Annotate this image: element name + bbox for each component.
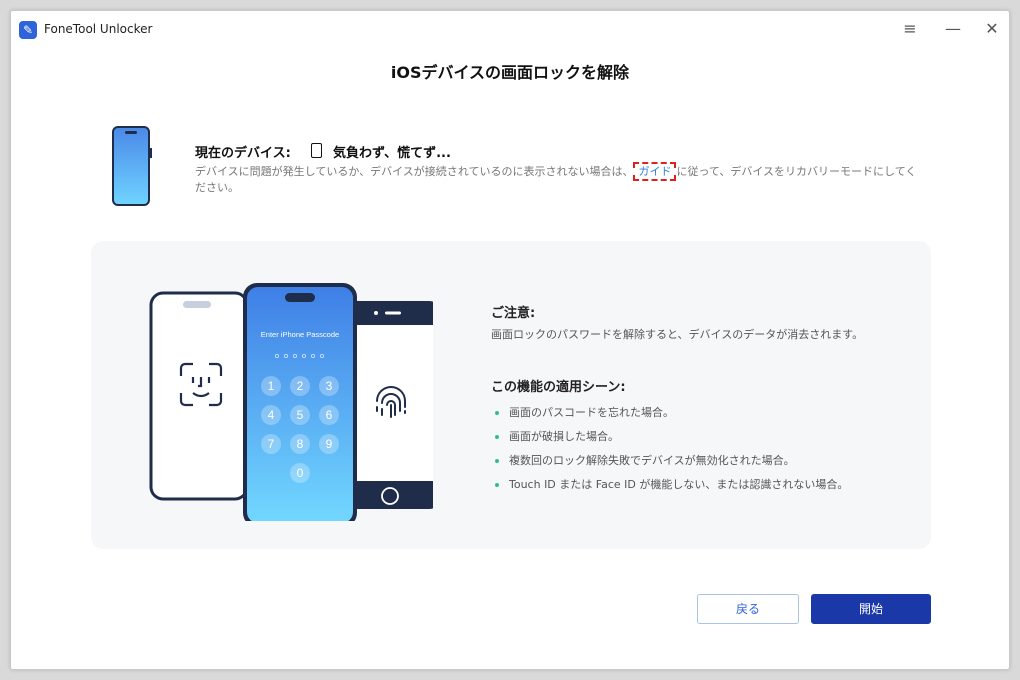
title-bar: ✎ FoneTool Unlocker ≡ — ✕	[11, 11, 1009, 49]
phones-illustration: Enter iPhone Passcode 1 2 3 4 5 6 7 8 9 0	[149, 283, 433, 521]
keypad-key-label: 4	[268, 408, 275, 422]
menu-icon[interactable]: ≡	[896, 17, 924, 41]
faceid-phone	[149, 291, 249, 501]
keypad-key-label: 9	[326, 437, 333, 451]
keypad-key-label: 8	[297, 437, 304, 451]
keypad-key-label: 7	[268, 437, 275, 451]
phone-icon	[112, 126, 152, 206]
keypad-key-label: 2	[297, 379, 304, 393]
list-item: Touch ID または Face ID が機能しない、または認識されない場合。	[493, 477, 848, 501]
notice-title: ご注意:	[491, 306, 536, 321]
scene-title: この機能の適用シーン:	[491, 380, 626, 395]
back-button[interactable]: 戻る	[697, 594, 799, 624]
guide-link[interactable]: ガイド	[633, 162, 677, 181]
passcode-phone: Enter iPhone Passcode 1 2 3 4 5 6 7 8 9 0	[243, 283, 357, 521]
keypad-key-label: 5	[297, 408, 304, 422]
keypad-key-label: 3	[326, 379, 333, 393]
keypad-key-label: 6	[326, 408, 333, 422]
touchid-phone	[345, 301, 433, 509]
close-icon[interactable]: ✕	[978, 17, 1006, 41]
list-item: 画面のパスコードを忘れた場合。	[493, 405, 848, 429]
minimize-icon[interactable]: —	[939, 17, 967, 41]
current-device-label: 現在のデバイス:	[195, 146, 291, 161]
page-title: iOSデバイスの画面ロックを解除	[390, 63, 630, 82]
app-logo-icon: ✎	[19, 21, 37, 39]
passcode-prompt: Enter iPhone Passcode	[261, 330, 339, 339]
list-item: 複数回のロック解除失敗でデバイスが無効化された場合。	[493, 453, 848, 477]
notice-text: 画面ロックのパスワードを解除すると、デバイスのデータが消去されます。	[491, 328, 864, 341]
keypad-key-label: 1	[268, 379, 275, 393]
device-desc-before: デバイスに問題が発生しているか、デバイスが接続されているのに表示されない場合は、	[195, 165, 634, 178]
small-phone-icon	[311, 143, 322, 158]
scene-list: 画面のパスコードを忘れた場合。 画面が破損した場合。 複数回のロック解除失敗でデ…	[493, 405, 848, 501]
device-description: デバイスに問題が発生しているか、デバイスが接続されているのに表示されない場合は、…	[195, 162, 925, 196]
start-button[interactable]: 開始	[811, 594, 931, 624]
app-window: ✎ FoneTool Unlocker ≡ — ✕ iOSデバイスの画面ロックを…	[10, 10, 1010, 670]
app-title: FoneTool Unlocker	[44, 22, 153, 36]
device-name: 気負わず、慌てず...	[333, 146, 451, 161]
keypad-key-label: 0	[297, 466, 304, 480]
list-item: 画面が破損した場合。	[493, 429, 848, 453]
